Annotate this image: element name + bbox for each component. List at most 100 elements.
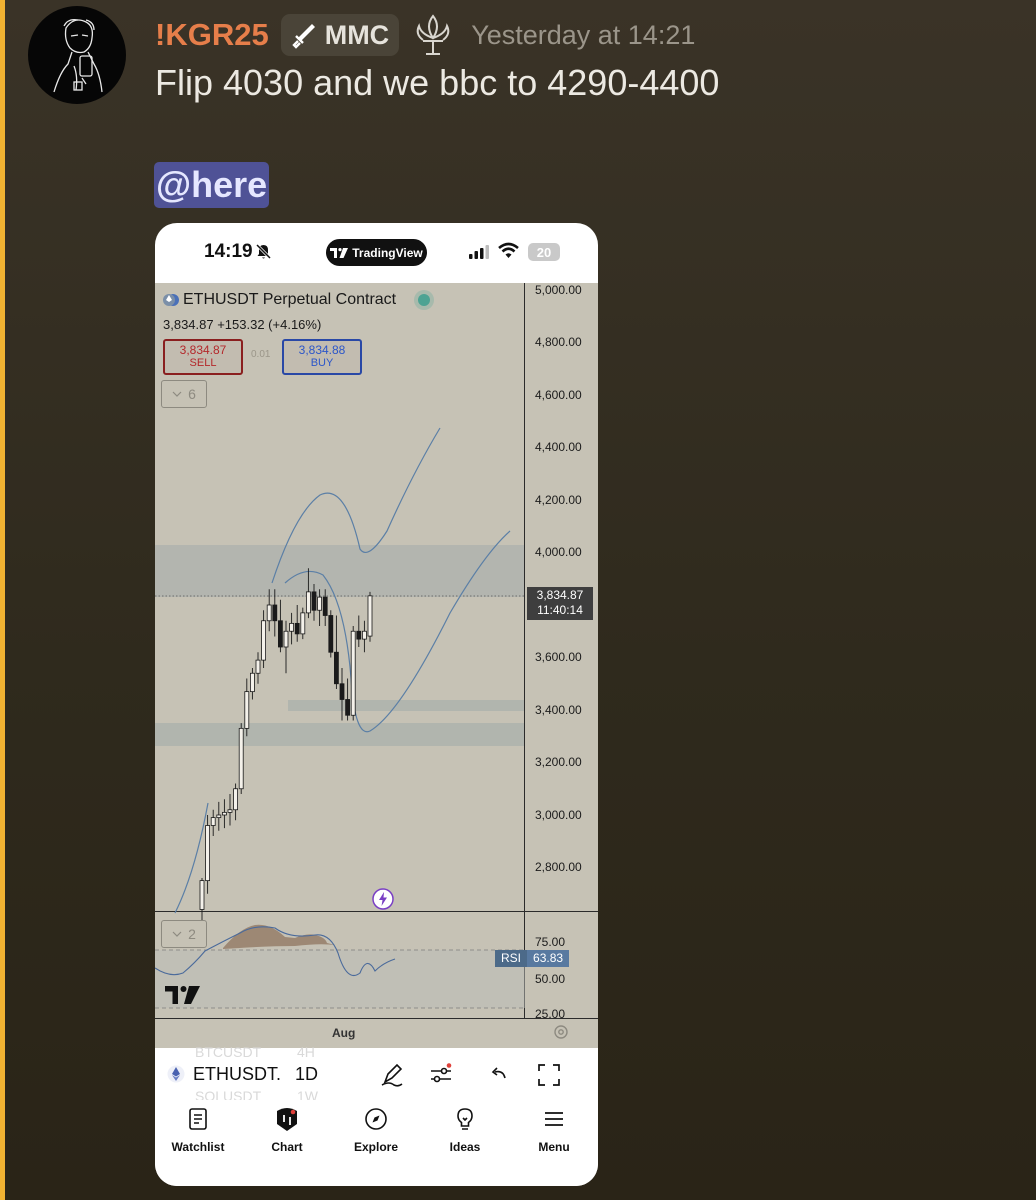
undo-icon[interactable] (487, 1062, 513, 1088)
candle-up (350, 630, 356, 716)
cellular-signal-icon (469, 245, 489, 259)
candle-up (238, 727, 244, 790)
candle-down (322, 596, 328, 616)
tradingview-pill[interactable]: TradingView (326, 239, 427, 266)
symbol-header[interactable]: ETHUSDT Perpetual Contract (163, 291, 431, 309)
chart-icon (277, 1108, 297, 1131)
tab-watchlist[interactable]: Watchlist (158, 1106, 238, 1156)
symbol-selector[interactable]: ETHUSDT. (193, 1064, 281, 1085)
rsi-tick: 50.00 (535, 972, 566, 986)
message-header: !KGR25 MMC Yesterday at 14:21 (155, 12, 695, 58)
market-status-dot (418, 294, 431, 306)
candle-up (199, 880, 205, 910)
candle-down (278, 620, 283, 648)
attached-screenshot[interactable]: 14:19 TradingView 20 ETHUSDT Perpetual C… (155, 223, 598, 1186)
candle-up (205, 825, 210, 882)
sword-icon (292, 24, 315, 49)
price-chart-area[interactable]: ETHUSDT Perpetual Contract 3,834.87 +153… (155, 283, 598, 1048)
candle-down (339, 683, 345, 700)
bottom-tab-bar: Watchlist Chart Explore Ideas Menu (155, 1100, 598, 1186)
adjacent-symbol-above[interactable]: BTCUSDT (195, 1044, 261, 1060)
tab-label: Ideas (449, 1140, 481, 1154)
adjacent-interval-above: 4H (297, 1044, 315, 1060)
candle-up (216, 814, 222, 819)
candle-up (227, 809, 233, 813)
candle-up (305, 591, 311, 614)
compass-icon (365, 1108, 387, 1130)
lightbulb-icon (457, 1108, 473, 1130)
chevron-down-icon (172, 391, 182, 397)
rsi-tick: 75.00 (535, 935, 566, 949)
ethereum-icon (167, 1065, 185, 1083)
sell-price: 3,834.87 (179, 343, 227, 357)
candle-up (266, 604, 272, 622)
price-tick: 3,000.00 (535, 808, 582, 822)
role-badge-label: MMC (324, 19, 390, 50)
candle-up (317, 596, 323, 611)
message-accent-bar (0, 0, 5, 1200)
role-badge[interactable]: MMC (280, 14, 400, 56)
battery-indicator: 20 (528, 243, 560, 261)
candle-up (222, 811, 227, 816)
candle-up (255, 659, 261, 674)
indicators-icon[interactable] (428, 1062, 454, 1088)
gear-icon[interactable] (553, 1024, 569, 1040)
username[interactable]: !KGR25 (155, 17, 269, 53)
candle-up (289, 622, 295, 632)
price-tick: 4,600.00 (535, 388, 582, 402)
candle-down (333, 651, 339, 685)
bell-muted-icon (255, 243, 272, 260)
spread-value: 0.01 (251, 349, 271, 360)
interval-selector[interactable]: 1D (295, 1064, 318, 1085)
avatar-icon (53, 18, 103, 93)
sell-button[interactable]: 3,834.87 SELL (163, 339, 243, 375)
lightning-icon[interactable] (372, 888, 394, 910)
tab-label: Watchlist (171, 1140, 225, 1154)
timestamp: Yesterday at 14:21 (471, 19, 696, 50)
chevron-down-icon (172, 931, 182, 937)
last-price-tag: 3,834.87 11:40:14 (527, 587, 593, 620)
wifi-icon (498, 242, 519, 258)
price-tick: 3,400.00 (535, 703, 582, 717)
price-tick: 3,600.00 (535, 650, 582, 664)
candle-up (250, 672, 255, 693)
hamburger-menu-icon (545, 1112, 563, 1126)
tab-explore[interactable]: Explore (336, 1106, 416, 1156)
symbol-icon (163, 294, 179, 306)
candle-up (244, 691, 250, 729)
fullscreen-icon[interactable] (536, 1062, 562, 1088)
buy-price: 3,834.88 (298, 343, 346, 357)
candle-down (356, 630, 362, 640)
candle-down (311, 591, 317, 611)
tradingview-watermark-icon (165, 986, 200, 1004)
price-tick: 4,000.00 (535, 545, 582, 559)
tab-menu[interactable]: Menu (514, 1106, 594, 1156)
candle-up (300, 612, 306, 635)
candle-up (261, 620, 266, 661)
price-tick: 4,400.00 (535, 440, 582, 454)
price-chart[interactable] (155, 283, 598, 1048)
rsi-collapse-button[interactable]: 2 (161, 920, 207, 948)
indicators-collapse-button[interactable]: 6 (161, 380, 207, 408)
rsi-label: RSI (495, 950, 528, 967)
candle-down (328, 615, 334, 653)
price-tick: 3,200.00 (535, 755, 582, 769)
tab-chart[interactable]: Chart (247, 1106, 327, 1156)
avatar[interactable] (28, 6, 126, 104)
rsi-overbought-fill (223, 924, 335, 949)
message-text: Flip 4030 and we bbc to 4290-4400 (155, 62, 720, 103)
rsi-tick: 25.00 (535, 1007, 566, 1021)
time-axis-label: Aug (332, 1026, 356, 1040)
watchlist-icon (189, 1108, 207, 1130)
here-mention[interactable]: @here (154, 162, 270, 208)
buy-label: BUY (310, 357, 334, 369)
tab-ideas[interactable]: Ideas (425, 1106, 505, 1156)
last-price: 3,834.87 (536, 588, 584, 602)
price-tick: 4,200.00 (535, 493, 582, 507)
candle-up (233, 788, 238, 811)
quote-line: 3,834.87 +153.32 (+4.16%) (163, 317, 322, 332)
buy-button[interactable]: 3,834.88 BUY (282, 339, 362, 375)
price-tick: 2,800.00 (535, 860, 582, 874)
rsi-value: 63.83 (527, 950, 570, 967)
drawing-tool-icon[interactable] (379, 1062, 405, 1088)
